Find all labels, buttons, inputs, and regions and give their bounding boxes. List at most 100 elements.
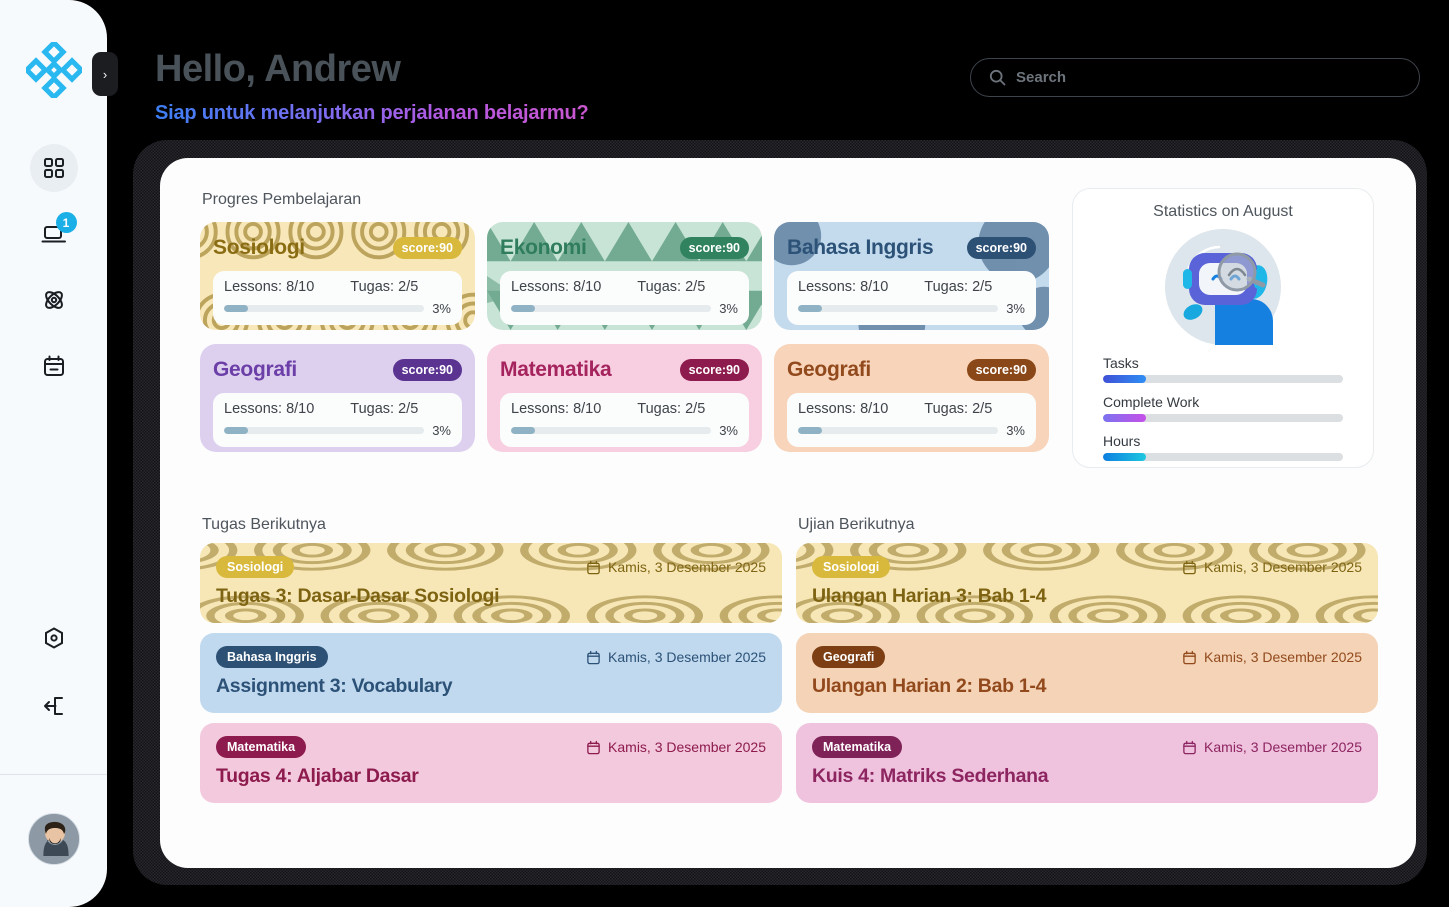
lessons-count: Lessons: 8/10 bbox=[511, 401, 602, 417]
subject-card[interactable]: Ekonomi score:90 Lessons: 8/10 Tugas: 2/… bbox=[487, 222, 762, 330]
page-header: Hello, Andrew Siap untuk melanjutkan per… bbox=[155, 48, 589, 125]
exams-section-title: Ujian Berikutnya bbox=[798, 516, 915, 533]
courses-badge: 1 bbox=[55, 212, 77, 233]
subject-stats-box: Lessons: 8/10 Tugas: 2/5 3% bbox=[213, 393, 462, 447]
subject-stats-box: Lessons: 8/10 Tugas: 2/5 3% bbox=[787, 271, 1036, 325]
progress-track bbox=[798, 305, 999, 312]
exams-list: Sosiologi Kamis, 3 Desember 2025 Ulangan… bbox=[796, 543, 1378, 813]
subject-name: Bahasa Inggris bbox=[787, 236, 934, 259]
progress-track bbox=[224, 305, 425, 312]
tugas-count: Tugas: 2/5 bbox=[637, 279, 706, 295]
subject-name: Sosiologi bbox=[213, 236, 305, 259]
lessons-count: Lessons: 8/10 bbox=[511, 279, 602, 295]
gear-icon bbox=[44, 627, 63, 649]
sidebar-item-dashboard[interactable] bbox=[29, 144, 78, 192]
progress-fill bbox=[798, 305, 823, 312]
subject-badge: Matematika bbox=[216, 736, 307, 758]
sidebar-item-science[interactable] bbox=[30, 276, 78, 324]
item-title: Kuis 4: Matriks Sederhana bbox=[812, 765, 1049, 787]
exam-card[interactable]: Sosiologi Kamis, 3 Desember 2025 Ulangan… bbox=[796, 543, 1378, 623]
card-pattern bbox=[796, 543, 1378, 623]
statistic-fill bbox=[1103, 375, 1147, 383]
chevron-right-icon: › bbox=[102, 66, 108, 82]
sidebar-toggle-button[interactable]: › bbox=[92, 52, 118, 96]
due-date: Kamis, 3 Desember 2025 bbox=[586, 559, 766, 575]
progress-fill bbox=[511, 305, 536, 312]
progress-section-title: Progres Pembelajaran bbox=[202, 191, 362, 208]
calendar-icon bbox=[587, 650, 600, 664]
progress-fill bbox=[511, 427, 536, 434]
progress-track bbox=[798, 427, 999, 434]
due-date-text: Kamis, 3 Desember 2025 bbox=[608, 739, 766, 755]
statistics-title: Statistics on August bbox=[1153, 203, 1293, 220]
calendar-icon bbox=[1183, 740, 1196, 754]
score-badge: score:90 bbox=[392, 237, 462, 259]
tugas-count: Tugas: 2/5 bbox=[924, 279, 993, 295]
calendar-icon bbox=[1183, 650, 1196, 664]
item-title: Tugas 4: Aljabar Dasar bbox=[216, 765, 419, 787]
progress-percent: 3% bbox=[1006, 301, 1025, 316]
due-date-text: Kamis, 3 Desember 2025 bbox=[1204, 559, 1362, 575]
sidebar-item-logout[interactable] bbox=[30, 682, 78, 730]
subject-card[interactable]: Geografi score:90 Lessons: 8/10 Tugas: 2… bbox=[200, 344, 475, 452]
subject-card[interactable]: Matematika score:90 Lessons: 8/10 Tugas:… bbox=[487, 344, 762, 452]
progress-fill bbox=[224, 305, 249, 312]
item-title: Ulangan Harian 2: Bab 1-4 bbox=[812, 675, 1047, 697]
app-screen: 1 › Hello, Andrew Siap untuk melanjutkan… bbox=[0, 0, 1449, 907]
exam-card[interactable]: Matematika Kamis, 3 Desember 2025 Kuis 4… bbox=[796, 723, 1378, 803]
subject-card[interactable]: Sosiologi score:90 Lessons: 8/10 Tugas: … bbox=[200, 222, 475, 330]
statistics-card: Statistics on August Tasks Complete Work… bbox=[1072, 188, 1374, 468]
progress-percent: 3% bbox=[432, 301, 451, 316]
sidebar-item-calendar[interactable] bbox=[30, 342, 78, 390]
due-date: Kamis, 3 Desember 2025 bbox=[1182, 649, 1362, 665]
task-card[interactable]: Matematika Kamis, 3 Desember 2025 Tugas … bbox=[200, 723, 782, 803]
subject-card[interactable]: Geografi score:90 Lessons: 8/10 Tugas: 2… bbox=[774, 344, 1049, 452]
due-date: Kamis, 3 Desember 2025 bbox=[1182, 739, 1362, 755]
search-input[interactable]: Search bbox=[1016, 69, 1066, 86]
statistic-fill bbox=[1103, 414, 1147, 422]
calendar-icon bbox=[587, 560, 600, 574]
subject-name: Geografi bbox=[787, 358, 871, 381]
subject-badge: Matematika bbox=[812, 736, 903, 758]
logout-icon bbox=[43, 697, 63, 715]
subject-name: Ekonomi bbox=[500, 236, 587, 259]
subject-stats-box: Lessons: 8/10 Tugas: 2/5 3% bbox=[500, 271, 749, 325]
sidebar-item-settings[interactable] bbox=[30, 614, 78, 662]
subject-stats-box: Lessons: 8/10 Tugas: 2/5 3% bbox=[500, 393, 749, 447]
task-card[interactable]: Sosiologi Kamis, 3 Desember 2025 Tugas 3… bbox=[200, 543, 782, 623]
subject-badge: Geografi bbox=[812, 646, 886, 668]
subject-name: Matematika bbox=[500, 358, 612, 381]
atom-icon bbox=[44, 291, 63, 309]
progress-percent: 3% bbox=[1006, 423, 1025, 438]
due-date-text: Kamis, 3 Desember 2025 bbox=[1204, 649, 1362, 665]
sidebar-bottom-nav bbox=[0, 614, 107, 907]
task-card[interactable]: Bahasa Inggris Kamis, 3 Desember 2025 As… bbox=[200, 633, 782, 713]
score-badge: score:90 bbox=[679, 237, 749, 259]
score-badge: score:90 bbox=[966, 237, 1036, 259]
sidebar-nav: 1 bbox=[29, 144, 78, 390]
calendar-icon bbox=[587, 740, 600, 754]
due-date-text: Kamis, 3 Desember 2025 bbox=[608, 559, 766, 575]
main-panel: Progres Pembelajaran Sosiologi score:90 … bbox=[160, 158, 1416, 868]
progress-track bbox=[224, 427, 425, 434]
tugas-count: Tugas: 2/5 bbox=[637, 401, 706, 417]
statistic-track bbox=[1103, 414, 1343, 422]
calendar-icon bbox=[43, 355, 64, 376]
due-date: Kamis, 3 Desember 2025 bbox=[1182, 559, 1362, 575]
item-title: Tugas 3: Dasar-Dasar Sosiologi bbox=[216, 585, 500, 607]
lessons-count: Lessons: 8/10 bbox=[224, 279, 315, 295]
search-bar[interactable]: Search bbox=[970, 58, 1420, 97]
lessons-count: Lessons: 8/10 bbox=[798, 401, 889, 417]
sidebar-item-courses[interactable]: 1 bbox=[30, 210, 78, 258]
statistics-bars: Tasks Complete Work Hours bbox=[1073, 355, 1373, 472]
exam-card[interactable]: Geografi Kamis, 3 Desember 2025 Ulangan … bbox=[796, 633, 1378, 713]
card-pattern bbox=[200, 543, 782, 623]
diamond-cluster-logo[interactable] bbox=[22, 39, 85, 101]
progress-percent: 3% bbox=[719, 423, 738, 438]
subject-card[interactable]: Bahasa Inggris score:90 Lessons: 8/10 Tu… bbox=[774, 222, 1049, 330]
statistic-bar: Complete Work bbox=[1103, 394, 1343, 422]
calendar-icon bbox=[1183, 560, 1196, 574]
statistic-label: Tasks bbox=[1103, 355, 1139, 371]
user-avatar[interactable] bbox=[27, 813, 80, 865]
statistic-track bbox=[1103, 375, 1343, 383]
